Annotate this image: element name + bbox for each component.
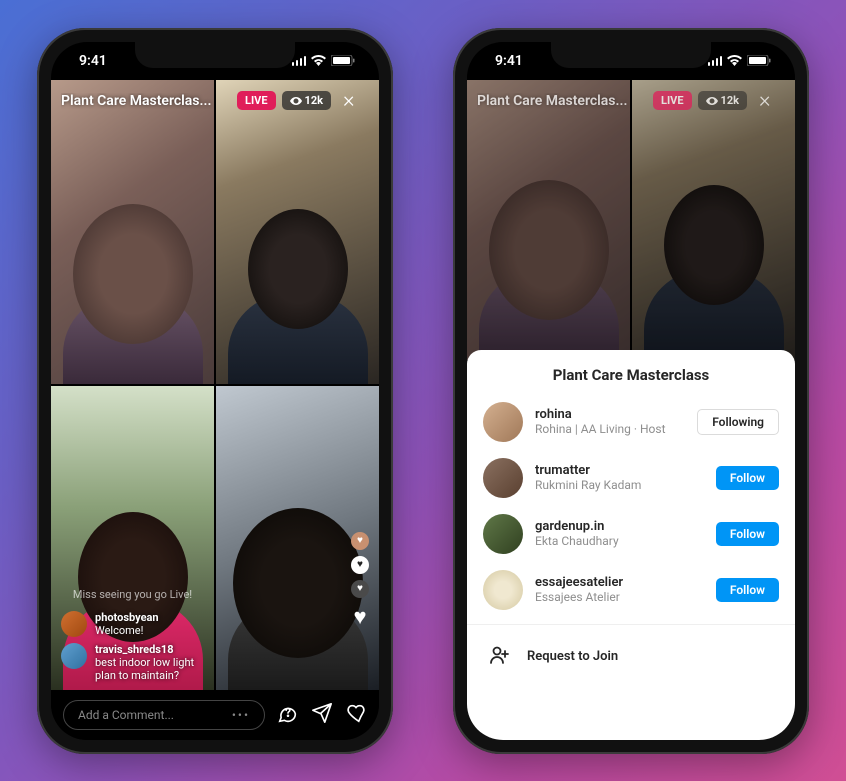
- like-icon[interactable]: [345, 702, 367, 728]
- question-icon[interactable]: [277, 702, 299, 728]
- sheet-title: Plant Care Masterclass: [467, 366, 795, 394]
- signal-icon: [292, 56, 307, 66]
- video-grid: Miss seeing you go Live! photosbyeanWelc…: [51, 80, 379, 690]
- heart-icon: ♥: [351, 580, 369, 598]
- participant-row[interactable]: gardenup.inEkta Chaudhary Follow: [467, 506, 795, 562]
- heart-icon: ♥: [353, 604, 366, 630]
- follow-button[interactable]: Follow: [716, 522, 779, 546]
- status-bar: 9:41: [51, 42, 379, 80]
- heart-icon: ♥: [351, 556, 369, 574]
- participant-row[interactable]: rohinaRohina | AA Living · Host Followin…: [467, 394, 795, 450]
- live-top-bar: Plant Care Masterclas... LIVE 12k ×: [467, 84, 795, 118]
- viewer-count[interactable]: 12k: [698, 91, 748, 110]
- live-title: Plant Care Masterclas...: [61, 93, 231, 109]
- video-tile[interactable]: ♥ ♥ ♥ ♥: [216, 386, 379, 690]
- avatar: [61, 611, 87, 637]
- share-icon[interactable]: [311, 702, 333, 728]
- live-title: Plant Care Masterclas...: [477, 93, 647, 109]
- avatar: [483, 514, 523, 554]
- phone-left: 9:41 Plant Care Masterclas... LIVE 12k ×…: [37, 28, 393, 754]
- avatar: [483, 402, 523, 442]
- follow-button[interactable]: Follow: [716, 578, 779, 602]
- heart-icon: ♥: [351, 532, 369, 550]
- status-time: 9:41: [79, 53, 107, 69]
- video-tile[interactable]: [51, 80, 214, 384]
- comments-overlay: Miss seeing you go Live! photosbyeanWelc…: [61, 588, 204, 682]
- comment-row[interactable]: photosbyeanWelcome!: [61, 611, 204, 637]
- status-bar: 9:41: [467, 42, 795, 80]
- hearts-stream: ♥ ♥ ♥ ♥: [351, 532, 369, 630]
- participant-row[interactable]: essajeesatelierEssajees Atelier Follow: [467, 562, 795, 618]
- live-badge: LIVE: [237, 91, 276, 110]
- more-icon[interactable]: •••: [232, 708, 250, 722]
- comment-row[interactable]: travis_shreds18best indoor low light pla…: [61, 643, 204, 682]
- signal-icon: [708, 56, 723, 66]
- faded-comment: Miss seeing you go Live!: [61, 588, 204, 605]
- avatar: [483, 570, 523, 610]
- status-time: 9:41: [495, 53, 523, 69]
- avatar: [61, 643, 87, 669]
- wifi-icon: [727, 55, 742, 66]
- viewer-count[interactable]: 12k: [282, 91, 332, 110]
- participants-sheet: Plant Care Masterclass rohinaRohina | AA…: [467, 350, 795, 740]
- battery-icon: [747, 55, 771, 66]
- follow-button[interactable]: Follow: [716, 466, 779, 490]
- close-icon[interactable]: ×: [753, 88, 777, 113]
- phone-right: 9:41 Plant Care Masterclas... LIVE 12k ×…: [453, 28, 809, 754]
- video-tile[interactable]: Miss seeing you go Live! photosbyeanWelc…: [51, 386, 214, 690]
- request-to-join[interactable]: Request to Join: [467, 631, 795, 683]
- avatar: [483, 458, 523, 498]
- video-tile[interactable]: [216, 80, 379, 384]
- wifi-icon: [311, 55, 326, 66]
- close-icon[interactable]: ×: [337, 88, 361, 113]
- participant-row[interactable]: trumatterRukmini Ray Kadam Follow: [467, 450, 795, 506]
- live-badge: LIVE: [653, 91, 692, 110]
- divider: [467, 624, 795, 625]
- join-icon: [487, 643, 511, 671]
- comment-input[interactable]: Add a Comment... •••: [63, 700, 265, 730]
- following-button[interactable]: Following: [697, 409, 779, 435]
- battery-icon: [331, 55, 355, 66]
- live-top-bar: Plant Care Masterclas... LIVE 12k ×: [51, 84, 379, 118]
- bottom-bar: Add a Comment... •••: [51, 690, 379, 740]
